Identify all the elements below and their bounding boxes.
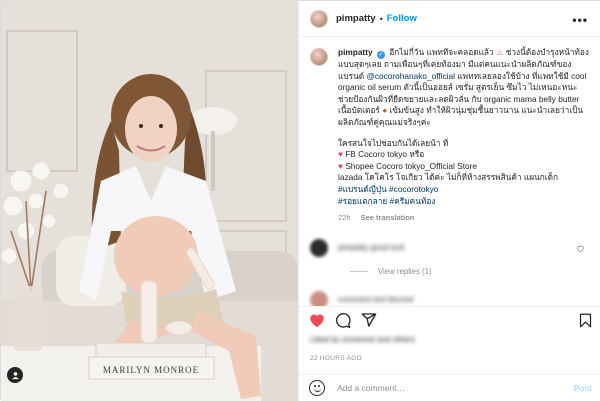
likes-count[interactable]: Liked by someone and others <box>310 335 415 344</box>
author-avatar[interactable] <box>310 9 328 28</box>
view-replies-label: View replies (1) <box>378 266 432 276</box>
caption-shop-fb: FB Cocoro tokyo หรือ <box>342 149 425 160</box>
author-username[interactable]: pimpatty <box>336 13 376 24</box>
caption-shop-intro: ใครสนใจไปช่อบกันได้เลยน้า ที่ <box>338 137 449 148</box>
post-header: pimpatty • Follow ••• <box>299 1 600 37</box>
follow-button[interactable]: Follow <box>387 13 417 24</box>
comment-item: comment text blurred <box>310 287 591 306</box>
verified-icon: ✓ <box>376 51 385 59</box>
instagram-post-modal: MARILYN MONROE pimpatty • Follow ••• pim… <box>0 0 600 401</box>
comment-text: comment text blurred <box>338 295 414 305</box>
caption-shop-lazada: lazada โคโคโร โจเกียว ได้ค่ะ ไม่ก็ที่ห้า… <box>338 172 559 183</box>
share-button[interactable] <box>361 312 377 328</box>
honey-emoji-icon: ● <box>382 105 388 116</box>
like-button[interactable] <box>309 312 325 328</box>
comment-button[interactable] <box>335 312 351 328</box>
post-photo[interactable]: MARILYN MONROE <box>1 1 298 401</box>
bookmark-icon <box>579 313 592 328</box>
add-comment-bar: Post <box>299 374 600 401</box>
book-title: MARILYN MONROE <box>103 365 199 375</box>
user-tag-button[interactable] <box>7 367 23 383</box>
hashtag-line-2[interactable]: #รอยแตกลาย #ครีมคนท้อง <box>338 196 591 208</box>
view-replies-button[interactable]: View replies (1) <box>350 267 591 276</box>
post-actions <box>299 306 600 333</box>
caption-text-1: อีกไม่กี่วัน แพททีจะคลอดแล้ว <box>389 47 494 57</box>
more-options-icon[interactable]: ••• <box>572 13 588 27</box>
caption-avatar[interactable] <box>310 48 328 66</box>
caption-shop-shopee: Shopee Cocoro tokyo_Official Store <box>342 160 477 171</box>
comment-avatar[interactable] <box>310 290 328 306</box>
caption-username[interactable]: pimpatty <box>338 47 373 57</box>
caption-time[interactable]: 22h <box>338 213 351 222</box>
photo-illustration: MARILYN MONROE <box>1 1 298 401</box>
comment-item: pimpatty good luck <box>310 235 591 261</box>
comments-section[interactable]: pimpatty ✓ อีกไม่กี่วัน แพททีจะคลอดแล้ว … <box>299 38 600 306</box>
emoji-icon[interactable] <box>309 380 325 396</box>
see-translation-link[interactable]: See translation <box>361 213 415 222</box>
share-icon <box>361 313 377 327</box>
heart-icon <box>310 314 324 327</box>
post-details-panel: pimpatty • Follow ••• pimpatty ✓ อีกไม่ก… <box>298 1 600 401</box>
post-caption: pimpatty ✓ อีกไม่กี่วัน แพททีจะคลอดแล้ว … <box>310 47 591 224</box>
comment-text: pimpatty good luck <box>338 243 405 253</box>
comment-icon <box>336 313 351 328</box>
bottle-emoji-icon: ♨ <box>496 47 504 57</box>
separator-dot: • <box>379 13 383 24</box>
post-comment-button[interactable]: Post <box>574 383 592 393</box>
user-tag-icon <box>11 371 19 379</box>
comment-avatar[interactable] <box>310 238 328 257</box>
comment-input[interactable] <box>337 383 567 393</box>
hashtag-line-1[interactable]: #แบรนด์ญี่ปุ่น #cocorotokyo <box>338 184 591 196</box>
post-timestamp[interactable]: 22 HOURS AGO <box>310 355 362 362</box>
brand-mention-link[interactable]: @cocorohanako_official <box>366 71 455 81</box>
comment-like-icon[interactable] <box>576 244 585 253</box>
save-button[interactable] <box>579 313 592 333</box>
